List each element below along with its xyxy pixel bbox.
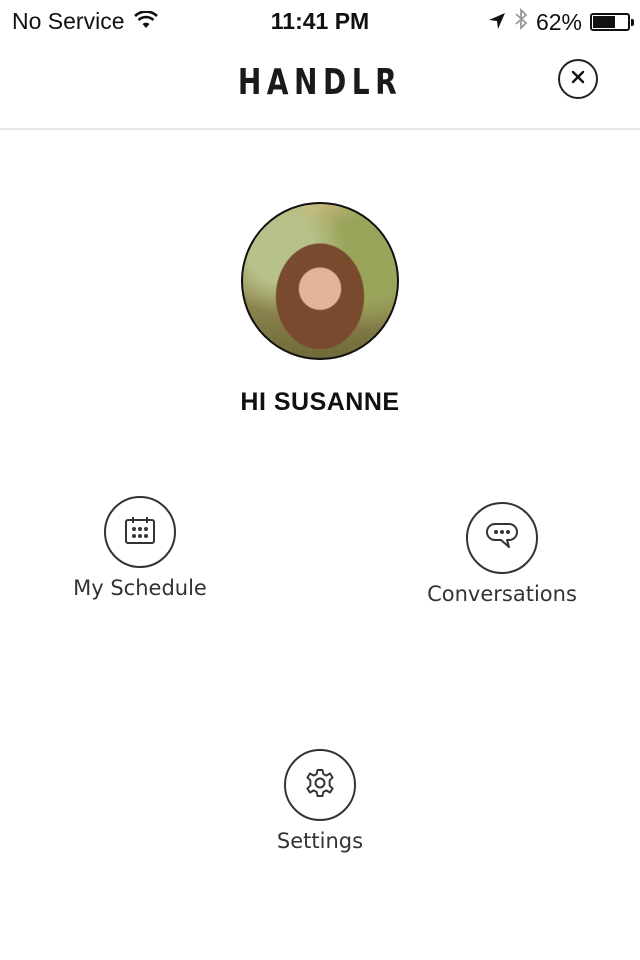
my-schedule-button[interactable] (104, 496, 176, 568)
settings-button[interactable] (284, 749, 356, 821)
status-left: No Service (12, 8, 159, 35)
settings-label: Settings (276, 829, 364, 853)
conversations-label: Conversations (427, 582, 577, 606)
location-arrow-icon (488, 9, 506, 36)
battery-fill (593, 16, 616, 28)
bluetooth-icon (514, 7, 528, 36)
battery-percent: 62% (535, 8, 582, 35)
close-button[interactable] (558, 59, 598, 99)
status-right: 62% (488, 7, 634, 36)
wifi-icon (134, 8, 159, 35)
calendar-icon (124, 515, 156, 550)
menu-item-conversations[interactable]: Conversations (422, 502, 582, 606)
nav-bar: HANDLR (0, 44, 640, 130)
close-icon (570, 69, 586, 90)
battery-icon (590, 13, 634, 31)
gear-icon (304, 767, 336, 804)
my-schedule-label: My Schedule (73, 576, 207, 600)
chat-bubble-icon (485, 521, 519, 556)
conversations-button[interactable] (466, 502, 538, 574)
carrier-label: No Service (12, 8, 125, 34)
menu-item-my-schedule[interactable]: My Schedule (65, 496, 215, 600)
app-logo: HANDLR (237, 62, 403, 103)
status-bar: No Service 11:41 PM 62% (0, 0, 640, 44)
greeting-text: HI SUSANNE (240, 388, 400, 416)
avatar[interactable] (241, 202, 399, 360)
menu-item-settings[interactable]: Settings (245, 749, 395, 853)
